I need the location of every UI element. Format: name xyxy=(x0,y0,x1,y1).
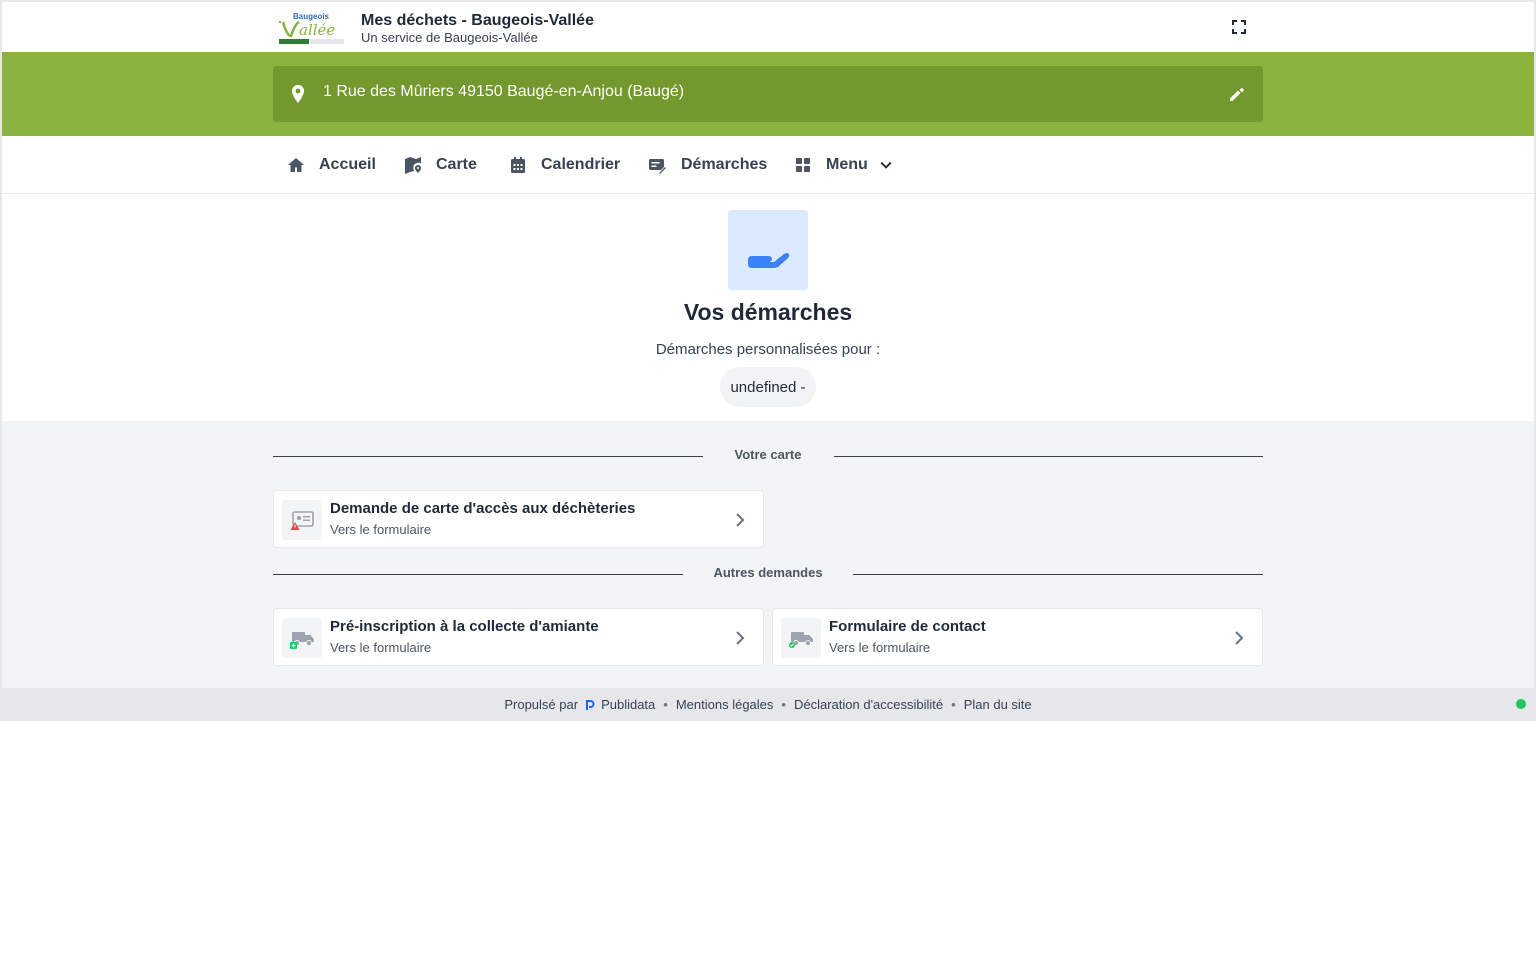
link-accessibilite[interactable]: Déclaration d'accessibilité xyxy=(794,697,943,712)
address-band: 1 Rue des Mûriers 49150 Baugé-en-Anjou (… xyxy=(2,52,1534,136)
divider-line xyxy=(853,574,1263,575)
title-block: Mes déchets - Baugeois-Vallée Un service… xyxy=(361,12,594,46)
nav-label-carte: Carte xyxy=(436,156,477,173)
card-title: Pré-inscription à la collecte d'amiante xyxy=(330,618,599,635)
svg-text:Baugeois: Baugeois xyxy=(293,12,330,21)
card-demande-carte[interactable]: Demande de carte d'accès aux déchèteries… xyxy=(273,490,764,548)
card-subtitle: Vers le formulaire xyxy=(330,640,432,655)
address-pill: undefined - xyxy=(720,367,816,407)
footer-separator: • xyxy=(663,697,668,712)
card-formulaire-contact[interactable]: Formulaire de contact Vers le formulaire xyxy=(772,608,1263,666)
id-card-warning-icon xyxy=(282,500,322,540)
chevron-right-icon xyxy=(1235,631,1244,645)
location-pin-icon xyxy=(292,85,304,103)
app-frame: Baugeois allée Mes déchets - Baugeois-Va… xyxy=(0,0,1536,721)
footer: Propulsé par Publidata • Mentions légale… xyxy=(0,688,1536,721)
divider-line xyxy=(834,456,1263,457)
chevron-right-icon xyxy=(736,513,745,527)
footer-separator: • xyxy=(951,697,956,712)
address-bar[interactable]: 1 Rue des Mûriers 49150 Baugé-en-Anjou (… xyxy=(273,66,1263,122)
address-text: 1 Rue des Mûriers 49150 Baugé-en-Anjou (… xyxy=(323,83,685,100)
publidata-brand: Publidata xyxy=(601,697,656,712)
nav-label-menu: Menu xyxy=(826,156,868,173)
pencil-icon[interactable] xyxy=(1227,84,1247,104)
card-subtitle: Vers le formulaire xyxy=(330,522,432,537)
link-mentions-legales[interactable]: Mentions légales xyxy=(676,697,774,712)
nav-item-carte[interactable]: Carte xyxy=(403,136,477,194)
status-dot xyxy=(1516,699,1526,709)
powered-by-label: Propulsé par xyxy=(504,697,579,712)
link-plan-du-site[interactable]: Plan du site xyxy=(964,697,1032,712)
top-header: Baugeois allée Mes déchets - Baugeois-Va… xyxy=(2,2,1534,52)
nav-label-accueil: Accueil xyxy=(319,156,376,173)
form-edit-icon xyxy=(649,159,668,175)
truck-check-icon xyxy=(781,618,821,658)
home-icon xyxy=(288,158,304,172)
chevron-right-icon xyxy=(736,631,745,645)
map-icon xyxy=(405,157,421,174)
hero-section: Vos démarches Démarches personnalisées p… xyxy=(2,195,1534,421)
card-title: Demande de carte d'accès aux déchèteries xyxy=(330,500,636,517)
divider-line xyxy=(273,456,703,457)
card-collecte-amiante[interactable]: Pré-inscription à la collecte d'amiante … xyxy=(273,608,764,666)
svg-text:allée: allée xyxy=(299,21,335,39)
nav-item-menu[interactable]: Menu xyxy=(793,136,894,194)
nav-label-demarches: Démarches xyxy=(681,156,768,173)
chevron-down-icon xyxy=(880,161,892,169)
section-label-votre-carte: Votre carte xyxy=(734,447,802,462)
page-subtitle: Démarches personnalisées pour : xyxy=(655,341,881,358)
main-nav: Accueil Carte Calendrier Démarches Menu xyxy=(2,136,1534,194)
card-title: Formulaire de contact xyxy=(829,618,986,635)
calendar-icon xyxy=(511,157,525,173)
divider-line xyxy=(273,574,683,575)
demarches-list: Votre carte Demande de carte d'accès aux… xyxy=(2,421,1534,690)
app-title: Mes déchets - Baugeois-Vallée xyxy=(361,12,594,29)
app-subtitle: Un service de Baugeois-Vallée xyxy=(361,30,538,45)
powered-by[interactable]: Propulsé par Publidata xyxy=(504,697,655,712)
nav-label-calendrier: Calendrier xyxy=(541,156,621,173)
grid-icon xyxy=(796,158,810,172)
card-subtitle: Vers le formulaire xyxy=(829,640,931,655)
footer-separator: • xyxy=(781,697,786,712)
page-title: Vos démarches xyxy=(683,299,853,325)
nav-item-demarches[interactable]: Démarches xyxy=(648,136,767,194)
hand-icon xyxy=(728,210,808,290)
truck-plus-icon xyxy=(282,618,322,658)
nav-item-accueil[interactable]: Accueil xyxy=(286,136,376,194)
fullscreen-icon[interactable] xyxy=(1228,16,1250,38)
section-label-autres-demandes: Autres demandes xyxy=(713,565,823,580)
nav-item-calendrier[interactable]: Calendrier xyxy=(508,136,620,194)
brand-logo[interactable]: Baugeois allée xyxy=(277,10,347,46)
publidata-logo-icon xyxy=(586,699,595,710)
